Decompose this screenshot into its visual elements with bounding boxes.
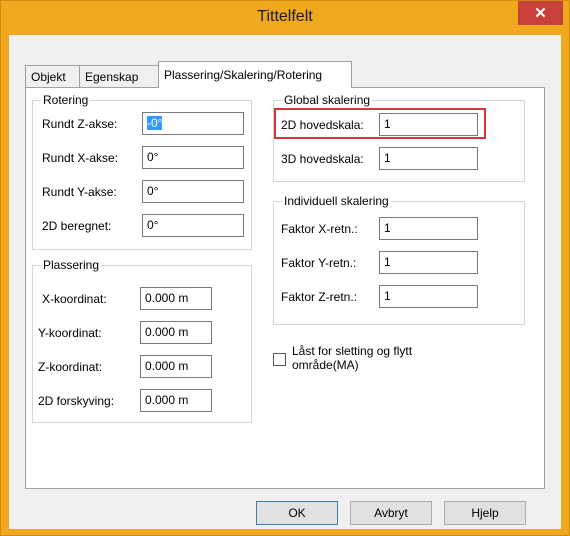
lock-label-line1: Låst for sletting og flytt	[292, 344, 413, 358]
lock-label-line2: område(MA)	[292, 358, 359, 372]
rotate-x-input[interactable]: 0°	[142, 146, 244, 169]
scale-3d-label: 3D hovedskala:	[281, 152, 364, 166]
title-bar[interactable]: Tittelfelt ✕	[1, 1, 569, 35]
z-coordinate-label: Z-koordinat:	[38, 360, 103, 374]
close-icon: ✕	[534, 5, 547, 22]
tab-egenskap[interactable]: Egenskap	[79, 65, 159, 87]
placement-group: Plassering X-koordinat: 0.000 m Y-koordi…	[32, 258, 252, 423]
scale-3d-input[interactable]: 1	[379, 147, 478, 170]
dialog-window: Tittelfelt ✕ Objekt Egenskap Plassering/…	[0, 0, 570, 536]
x-coordinate-input[interactable]: 0.000 m	[140, 287, 212, 310]
ok-button[interactable]: OK	[256, 501, 338, 525]
offset-2d-input[interactable]: 0.000 m	[140, 389, 212, 412]
rotate-2d-label: 2D beregnet:	[42, 219, 112, 233]
global-scale-group: Global skalering 2D hovedskala: 1 3D hov…	[273, 93, 525, 182]
rotate-y-label: Rundt Y-akse:	[42, 185, 117, 199]
placement-group-title: Plassering	[41, 258, 102, 272]
individual-scale-group-title: Individuell skalering	[282, 194, 391, 208]
tab-label: Egenskap	[85, 70, 139, 84]
rotate-2d-input[interactable]: 0°	[142, 214, 244, 237]
rotation-group: Rotering Rundt Z-akse: -0° Rundt X-akse:…	[32, 93, 252, 250]
help-button[interactable]: Hjelp	[444, 501, 526, 525]
tab-panel: Rotering Rundt Z-akse: -0° Rundt X-akse:…	[25, 87, 545, 489]
tab-plassering-skalering-rotering[interactable]: Plassering/Skalering/Rotering	[158, 61, 352, 88]
global-scale-group-title: Global skalering	[282, 93, 373, 107]
tab-objekt[interactable]: Objekt	[25, 65, 80, 87]
factor-x-input[interactable]: 1	[379, 217, 478, 240]
y-coordinate-label: Y-koordinat:	[38, 326, 102, 340]
rotate-z-label: Rundt Z-akse:	[42, 117, 118, 131]
lock-label[interactable]: Låst for sletting og flytt område(MA)	[292, 344, 412, 372]
rotation-group-title: Rotering	[41, 93, 91, 107]
factor-z-input[interactable]: 1	[379, 285, 478, 308]
factor-x-label: Faktor X-retn.:	[281, 222, 358, 236]
close-button[interactable]: ✕	[518, 1, 563, 25]
tab-label: Plassering/Skalering/Rotering	[164, 68, 323, 82]
dialog-client-area: Objekt Egenskap Plassering/Skalering/Rot…	[9, 35, 561, 529]
rotate-x-label: Rundt X-akse:	[42, 151, 119, 165]
y-coordinate-input[interactable]: 0.000 m	[140, 321, 212, 344]
lock-checkbox[interactable]	[273, 353, 286, 366]
scale-2d-highlight	[274, 108, 486, 139]
rotate-z-value: -0°	[147, 116, 163, 130]
offset-2d-label: 2D forskyving:	[38, 394, 115, 408]
z-coordinate-input[interactable]: 0.000 m	[140, 355, 212, 378]
cancel-button[interactable]: Avbryt	[350, 501, 432, 525]
factor-z-label: Faktor Z-retn.:	[281, 290, 358, 304]
rotate-y-input[interactable]: 0°	[142, 180, 244, 203]
factor-y-input[interactable]: 1	[379, 251, 478, 274]
x-coordinate-label: X-koordinat:	[42, 292, 107, 306]
individual-scale-group: Individuell skalering Faktor X-retn.: 1 …	[273, 194, 525, 325]
rotate-z-input[interactable]: -0°	[142, 112, 244, 135]
tab-label: Objekt	[31, 70, 66, 84]
factor-y-label: Faktor Y-retn.:	[281, 256, 357, 270]
window-title: Tittelfelt	[257, 8, 313, 25]
